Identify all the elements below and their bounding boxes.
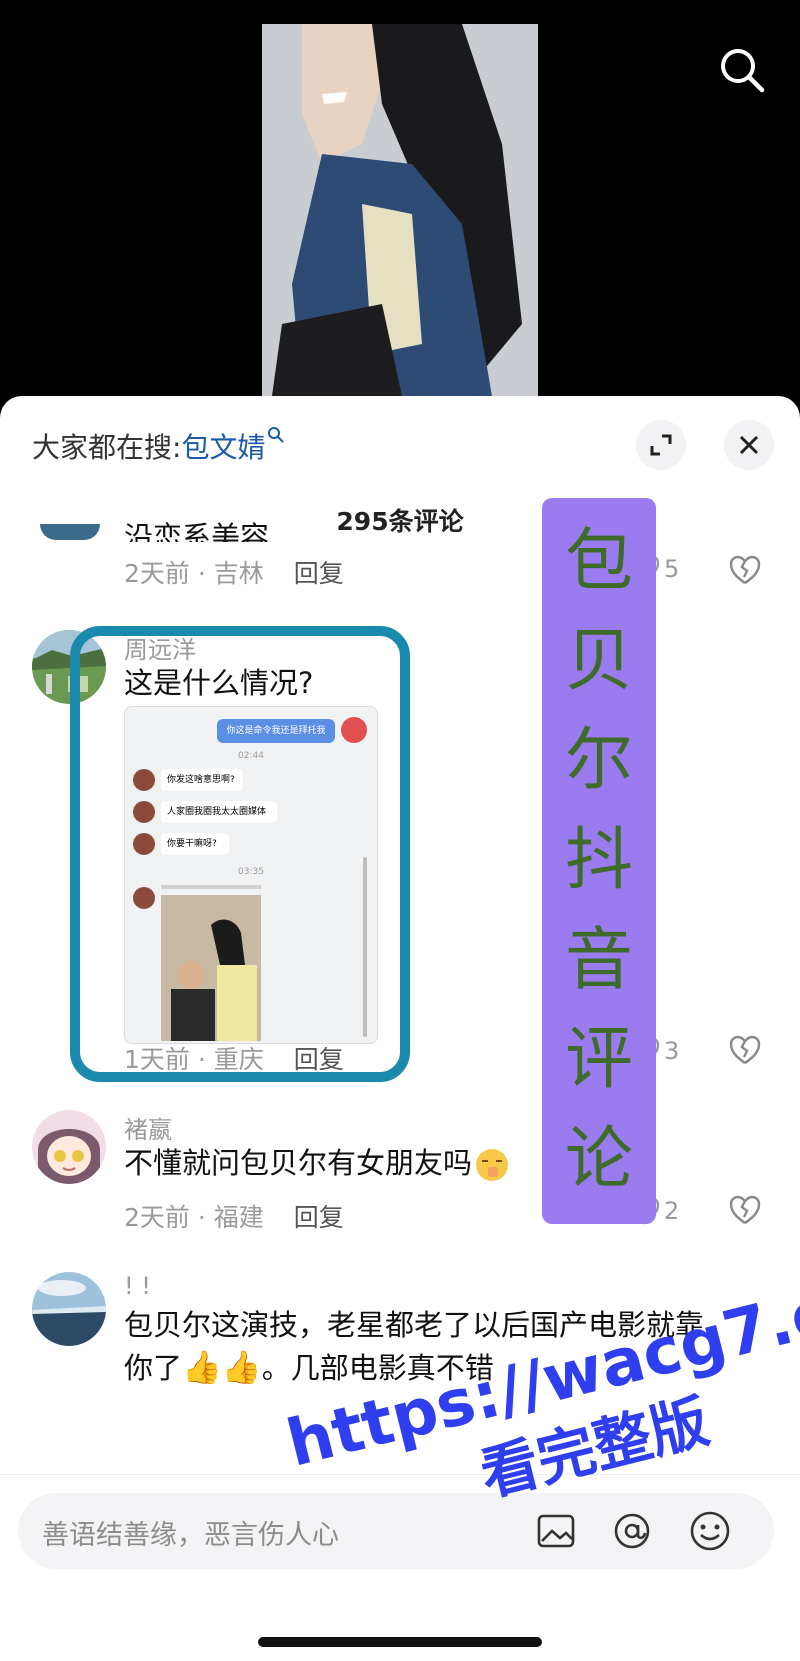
dislike-button[interactable] [728, 1194, 762, 1230]
banner-char: 音 [564, 920, 633, 1000]
expand-button[interactable] [636, 420, 686, 470]
reply-button[interactable]: 回复 [294, 559, 344, 588]
comment-text-line: 你了👍👍。几部电影真不错 [124, 1346, 744, 1389]
comment-text-part: 你了 [124, 1351, 183, 1385]
comment-text-line: 包贝尔这演技，老星都老了以后国产电影就靠 [124, 1308, 705, 1342]
comment-time-location: 2天前 · 福建 [124, 1203, 264, 1232]
video-frame [262, 24, 538, 396]
comment-time-location: 2天前 · 吉林 [124, 559, 264, 588]
comment-item: 周远洋 这是什么情况? 1天前 · 重庆 回复 3 [0, 630, 800, 1074]
emoji-button[interactable] [688, 1509, 732, 1557]
chat-bubble-received: 你要干嘛呀? [161, 833, 229, 855]
banner-char: 贝 [564, 621, 633, 701]
image-button[interactable] [536, 1511, 576, 1555]
search-button[interactable] [716, 44, 768, 96]
avatar[interactable] [32, 630, 106, 704]
comment-text-content: 不懂就问包贝尔有女朋友吗 [124, 1146, 473, 1180]
comment-image[interactable]: 你这是命令我还是拜托我 02:44 你发这啥意思啊? 人家圈我圈我太太圈媒体 你… [124, 706, 378, 1044]
avatar [133, 801, 155, 823]
video-player[interactable] [0, 0, 800, 400]
comment-meta: 1天前 · 重庆 回复 [124, 1040, 344, 1076]
broken-heart-icon [729, 1195, 761, 1224]
comment-input-bar: 善语结善缘，恶言伤人心 [0, 1474, 800, 1661]
comment-username[interactable]: 褚嬴 [124, 1110, 172, 1145]
comment-text: 包贝尔这演技，老星都老了以后国产电影就靠 你了👍👍。几部电影真不错 [124, 1304, 744, 1389]
small-search-icon [268, 427, 285, 443]
shush-emoji-icon [476, 1149, 509, 1181]
thumbs-up-emoji-icon: 👍👍 [182, 1348, 262, 1386]
dislike-button[interactable] [728, 554, 762, 590]
chat-bubble-sent: 你这是命令我还是拜托我 [217, 719, 335, 743]
chat-time: 02:44 [238, 751, 264, 761]
avatar [133, 887, 155, 909]
comment-meta: 2天前 · 福建 回复 [124, 1198, 344, 1234]
chat-time: 03:35 [238, 867, 264, 877]
banner-char: 评 [564, 1020, 633, 1100]
chat-bubble-received: 人家圈我圈我太太圈媒体 [161, 801, 277, 823]
image-icon [537, 1514, 575, 1548]
banner-char: 尔 [564, 721, 633, 801]
comment-item: 褚嬴 不懂就问包贝尔有女朋友吗 2天前 · 福建 回复 2 [0, 1110, 800, 1250]
avatar[interactable] [32, 1110, 106, 1184]
chat-photo [161, 895, 261, 1041]
like-count: 2 [664, 1197, 680, 1225]
sheet-header: 大家都在搜:包文婧 [0, 396, 800, 496]
comment-sheet: 大家都在搜:包文婧 295条评论 沿恋系美容 2天前 · 吉林 回复 5 周远洋… [0, 396, 800, 1660]
comment-text-part: 。几部电影真不错 [261, 1351, 494, 1385]
avatar[interactable] [32, 1272, 106, 1346]
reply-button[interactable]: 回复 [294, 1045, 344, 1074]
comment-username[interactable]: ! ! [124, 1272, 151, 1300]
avatar[interactable] [40, 524, 100, 540]
dislike-button[interactable] [728, 1034, 762, 1070]
like-count: 3 [664, 1037, 680, 1065]
avatar [133, 833, 155, 855]
close-icon [739, 435, 759, 455]
search-icon [721, 49, 765, 93]
broken-heart-icon [729, 1035, 761, 1064]
comment-meta: 2天前 · 吉林 回复 [124, 554, 344, 590]
avatar [341, 717, 367, 743]
banner-char: 抖 [564, 820, 633, 900]
at-icon [614, 1513, 650, 1549]
broken-heart-icon [729, 555, 761, 584]
comment-time-location: 1天前 · 重庆 [124, 1045, 264, 1074]
banner-char: 包 [564, 521, 633, 601]
smiley-icon [690, 1511, 730, 1551]
chat-bubble-received: 你发这啥意思啊? [161, 769, 243, 791]
comment-item: 沿恋系美容 2天前 · 吉林 回复 5 [0, 520, 800, 624]
reply-button[interactable]: 回复 [294, 1203, 344, 1232]
scrollbar [363, 857, 367, 1037]
comment-username[interactable]: 周远洋 [124, 630, 196, 665]
search-suggestion-prefix: 大家都在搜: [32, 431, 182, 464]
banner-char: 论 [564, 1120, 633, 1200]
comment-input-placeholder: 善语结善缘，恶言伤人心 [42, 1520, 339, 1551]
comment-input[interactable]: 善语结善缘，恶言伤人心 [18, 1493, 774, 1569]
vertical-banner: 包 贝 尔 抖 音 评 论 [542, 498, 656, 1224]
search-suggestion[interactable]: 大家都在搜:包文婧 [32, 426, 285, 466]
comment-item: ! ! 包贝尔这演技，老星都老了以后国产电影就靠 你了👍👍。几部电影真不错 [0, 1272, 800, 1392]
home-indicator [258, 1637, 542, 1647]
mention-button[interactable] [612, 1511, 652, 1555]
close-button[interactable] [724, 420, 774, 470]
search-suggestion-term[interactable]: 包文婧 [181, 431, 265, 464]
avatar [133, 769, 155, 791]
chat-text-line [161, 885, 261, 889]
like-count: 5 [664, 555, 680, 583]
expand-icon [650, 434, 672, 456]
